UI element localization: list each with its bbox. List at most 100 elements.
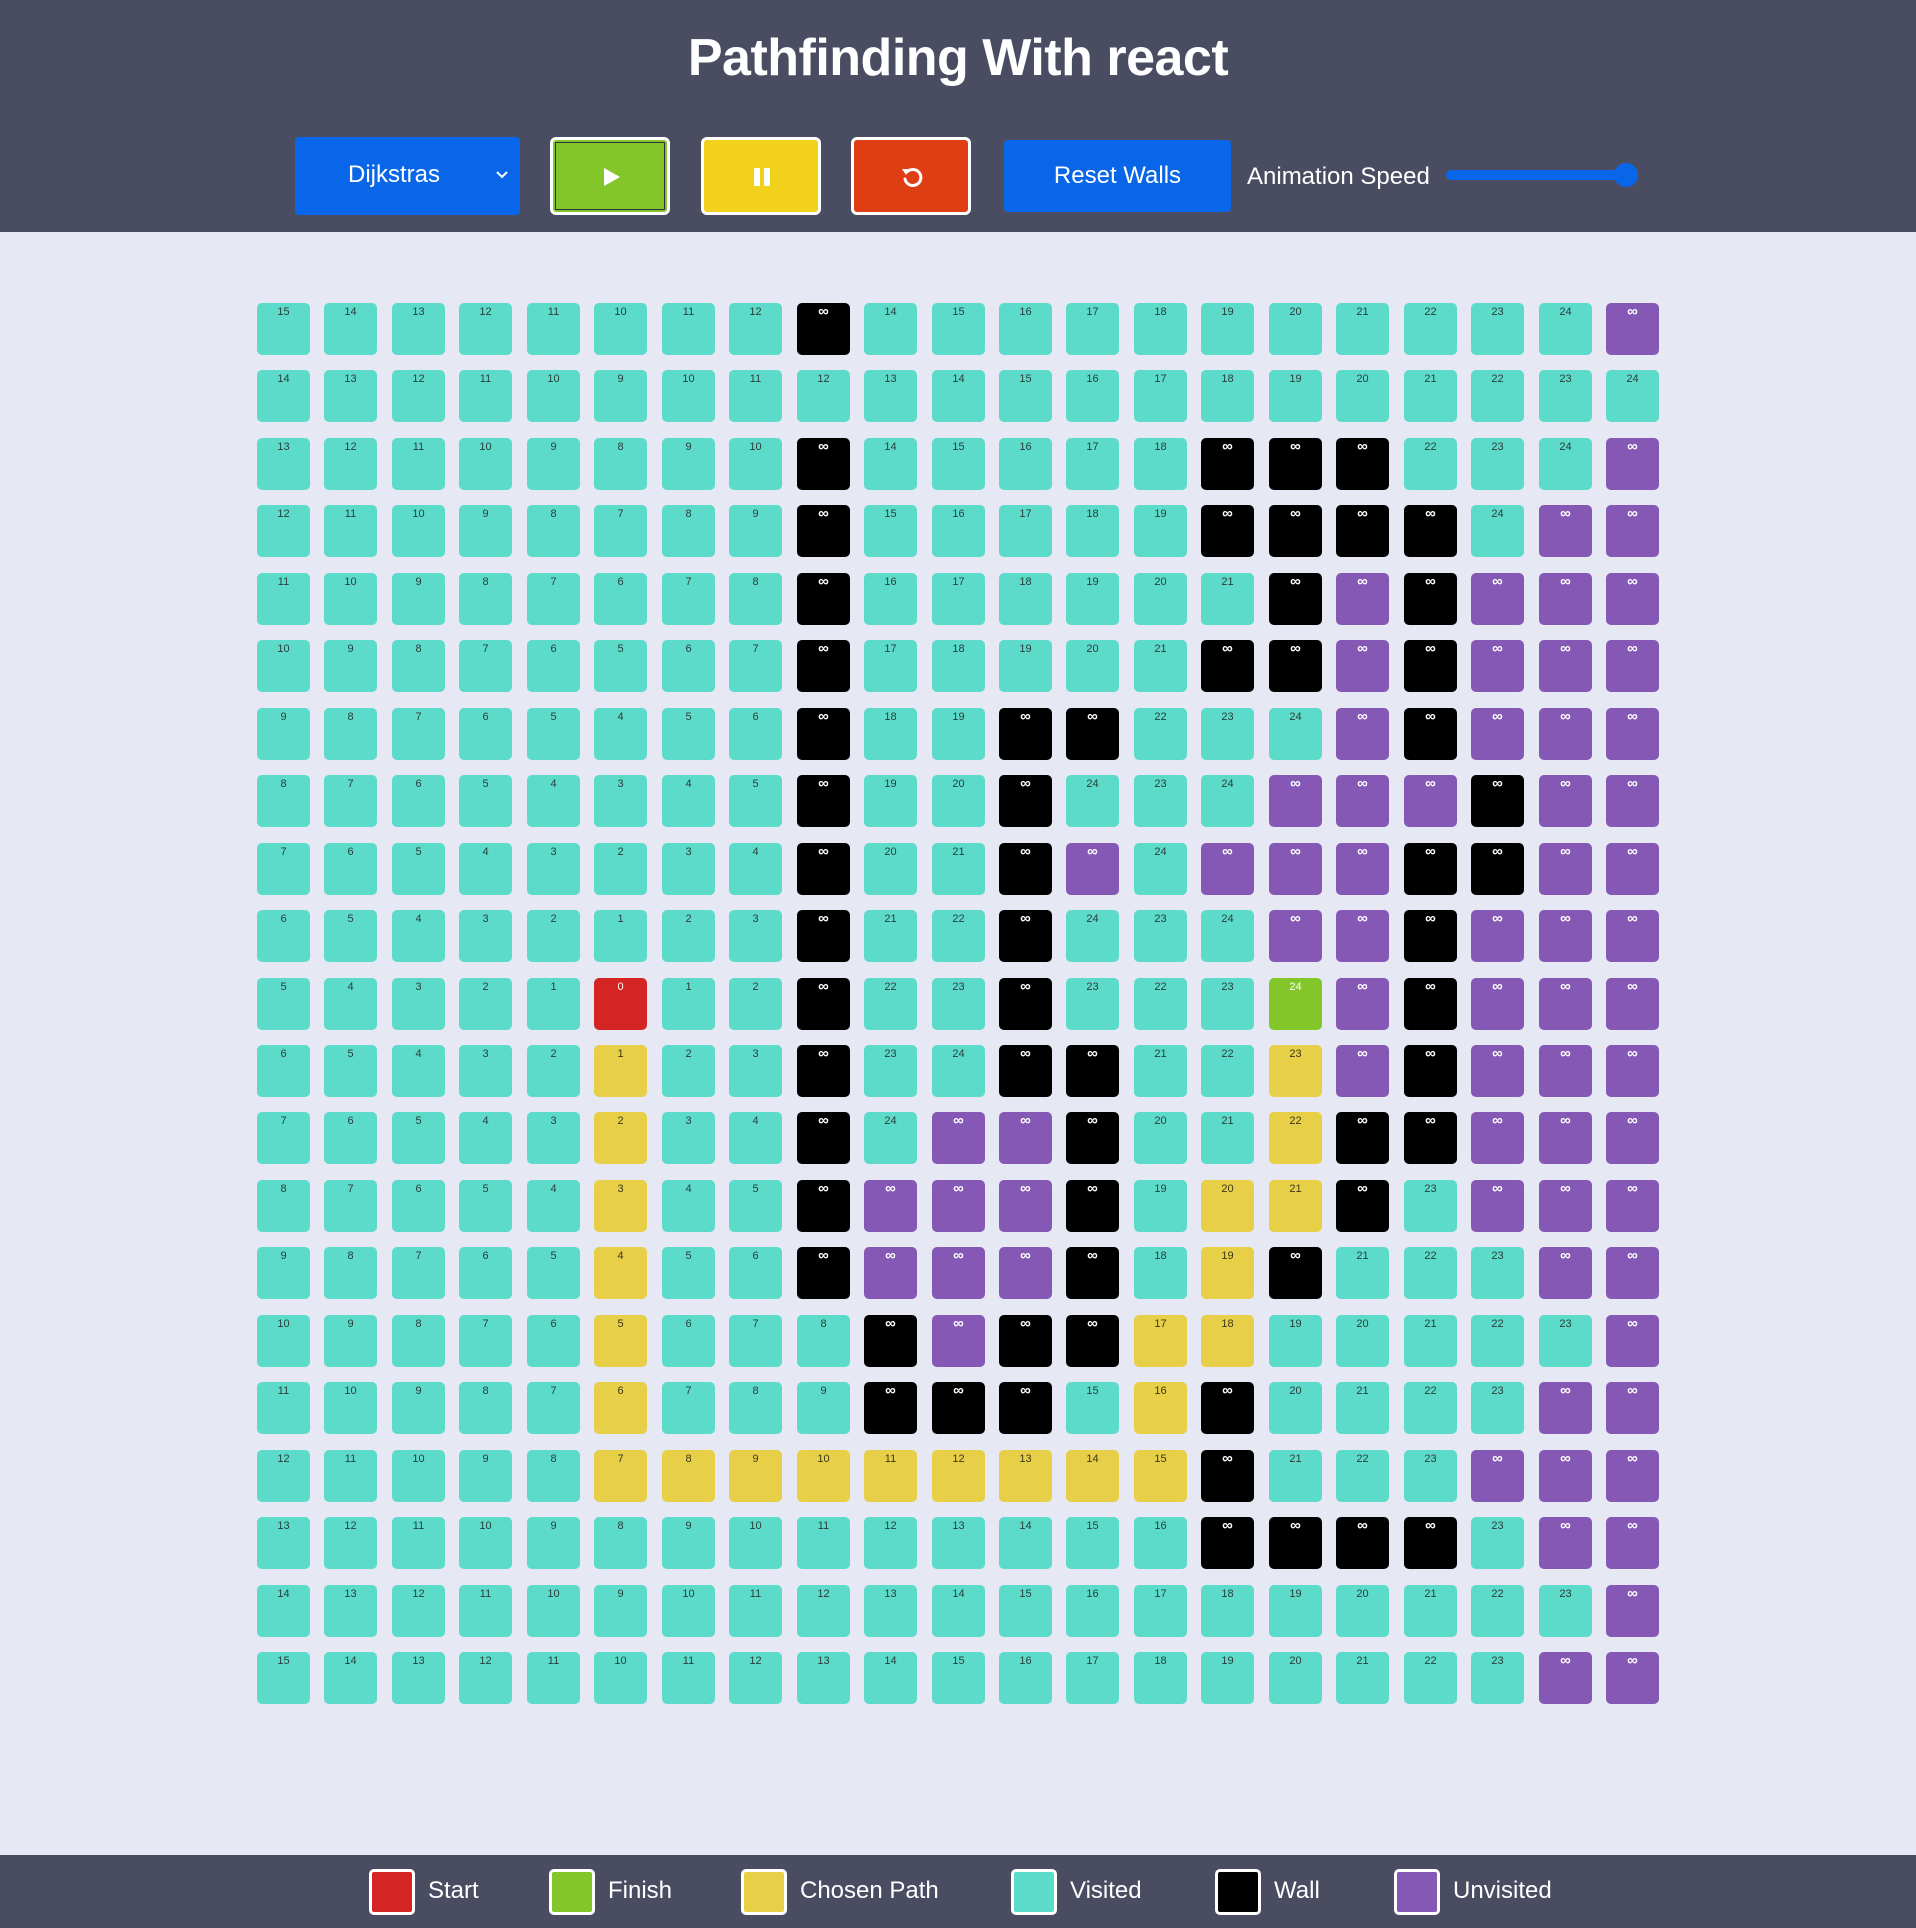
grid-cell-path[interactable]: 6 — [594, 1382, 647, 1434]
grid-cell-visited[interactable]: 10 — [729, 1517, 782, 1569]
grid-cell-wall[interactable]: ∞ — [797, 303, 850, 355]
grid-cell-visited[interactable]: 7 — [459, 640, 512, 692]
grid-cell-visited[interactable]: 15 — [257, 1652, 310, 1704]
grid-cell-visited[interactable]: 23 — [1201, 708, 1254, 760]
grid-cell-visited[interactable]: 10 — [662, 370, 715, 422]
grid-cell-visited[interactable]: 19 — [999, 640, 1052, 692]
grid-cell-visited[interactable]: 23 — [1404, 1450, 1457, 1502]
grid-cell-unvisited[interactable]: ∞ — [932, 1315, 985, 1367]
grid-cell-visited[interactable]: 1 — [527, 978, 580, 1030]
grid-cell-visited[interactable]: 14 — [324, 1652, 377, 1704]
grid-cell-unvisited[interactable]: ∞ — [1336, 708, 1389, 760]
grid-cell-visited[interactable]: 10 — [324, 1382, 377, 1434]
grid-cell-visited[interactable]: 20 — [1269, 1382, 1322, 1434]
grid-cell-wall[interactable]: ∞ — [797, 708, 850, 760]
grid-cell-visited[interactable]: 23 — [932, 978, 985, 1030]
grid-cell-visited[interactable]: 23 — [1201, 978, 1254, 1030]
grid-cell-visited[interactable]: 17 — [999, 505, 1052, 557]
grid-cell-visited[interactable]: 23 — [864, 1045, 917, 1097]
grid-cell-visited[interactable]: 19 — [1269, 370, 1322, 422]
grid-cell-visited[interactable]: 21 — [1336, 1652, 1389, 1704]
grid-cell-unvisited[interactable]: ∞ — [1471, 1450, 1524, 1502]
grid-cell-path[interactable]: 15 — [1134, 1450, 1187, 1502]
grid-cell-visited[interactable]: 8 — [729, 1382, 782, 1434]
grid-cell-unvisited[interactable]: ∞ — [864, 1247, 917, 1299]
grid-cell-visited[interactable]: 9 — [459, 505, 512, 557]
grid-cell-visited[interactable]: 8 — [392, 1315, 445, 1367]
grid-cell-unvisited[interactable]: ∞ — [1539, 1517, 1592, 1569]
grid-cell-unvisited[interactable]: ∞ — [1606, 573, 1659, 625]
grid-cell-wall[interactable]: ∞ — [1336, 505, 1389, 557]
grid-cell-unvisited[interactable]: ∞ — [1336, 1045, 1389, 1097]
grid-cell-path[interactable]: 2 — [594, 1112, 647, 1164]
grid-cell-unvisited[interactable]: ∞ — [1606, 438, 1659, 490]
grid-cell-finish[interactable]: 24 — [1269, 978, 1322, 1030]
grid-cell-unvisited[interactable]: ∞ — [999, 1180, 1052, 1232]
grid-cell-visited[interactable]: 10 — [459, 438, 512, 490]
grid-cell-visited[interactable]: 10 — [594, 303, 647, 355]
grid-cell-path[interactable]: 16 — [1134, 1382, 1187, 1434]
grid-cell-visited[interactable]: 8 — [729, 573, 782, 625]
grid-cell-unvisited[interactable]: ∞ — [1471, 573, 1524, 625]
grid-cell-visited[interactable]: 20 — [1134, 573, 1187, 625]
grid-cell-visited[interactable]: 5 — [594, 640, 647, 692]
grid-cell-visited[interactable]: 23 — [1471, 303, 1524, 355]
grid-cell-visited[interactable]: 22 — [1471, 1315, 1524, 1367]
grid-cell-visited[interactable]: 23 — [1471, 438, 1524, 490]
grid-cell-visited[interactable]: 23 — [1134, 775, 1187, 827]
grid-cell-unvisited[interactable]: ∞ — [1336, 640, 1389, 692]
grid-cell-unvisited[interactable]: ∞ — [1539, 910, 1592, 962]
grid-cell-wall[interactable]: ∞ — [999, 1315, 1052, 1367]
grid-cell-unvisited[interactable]: ∞ — [1336, 910, 1389, 962]
grid-cell-wall[interactable]: ∞ — [1404, 708, 1457, 760]
grid-cell-visited[interactable]: 5 — [527, 708, 580, 760]
grid-cell-wall[interactable]: ∞ — [797, 1045, 850, 1097]
grid-cell-wall[interactable]: ∞ — [1066, 1045, 1119, 1097]
grid-cell-path[interactable]: 9 — [729, 1450, 782, 1502]
grid-cell-visited[interactable]: 4 — [527, 1180, 580, 1232]
grid-cell-visited[interactable]: 4 — [729, 843, 782, 895]
grid-cell-visited[interactable]: 21 — [1404, 370, 1457, 422]
grid-cell-unvisited[interactable]: ∞ — [1269, 910, 1322, 962]
grid-cell-visited[interactable]: 11 — [392, 1517, 445, 1569]
grid-cell-visited[interactable]: 21 — [932, 843, 985, 895]
grid-cell-visited[interactable]: 21 — [1134, 1045, 1187, 1097]
grid-cell-unvisited[interactable]: ∞ — [1404, 775, 1457, 827]
grid-cell-unvisited[interactable]: ∞ — [1606, 303, 1659, 355]
grid-cell-visited[interactable]: 9 — [662, 438, 715, 490]
grid-cell-unvisited[interactable]: ∞ — [1539, 1652, 1592, 1704]
grid-cell-visited[interactable]: 4 — [459, 843, 512, 895]
grid-cell-visited[interactable]: 20 — [932, 775, 985, 827]
grid-cell-unvisited[interactable]: ∞ — [1471, 978, 1524, 1030]
grid-cell-visited[interactable]: 21 — [1404, 1315, 1457, 1367]
grid-cell-visited[interactable]: 21 — [1336, 1382, 1389, 1434]
grid-cell-visited[interactable]: 10 — [662, 1585, 715, 1637]
grid-cell-wall[interactable]: ∞ — [1404, 573, 1457, 625]
grid-cell-wall[interactable]: ∞ — [797, 1247, 850, 1299]
grid-cell-visited[interactable]: 4 — [392, 1045, 445, 1097]
grid-cell-unvisited[interactable]: ∞ — [932, 1180, 985, 1232]
grid-cell-path[interactable]: 22 — [1269, 1112, 1322, 1164]
grid-cell-unvisited[interactable]: ∞ — [1539, 1112, 1592, 1164]
grid-cell-wall[interactable]: ∞ — [797, 640, 850, 692]
grid-cell-visited[interactable]: 15 — [257, 303, 310, 355]
grid-cell-visited[interactable]: 18 — [1066, 505, 1119, 557]
grid-cell-visited[interactable]: 19 — [1201, 303, 1254, 355]
grid-cell-wall[interactable]: ∞ — [999, 775, 1052, 827]
grid-cell-wall[interactable]: ∞ — [1269, 1517, 1322, 1569]
grid-cell-unvisited[interactable]: ∞ — [1539, 1180, 1592, 1232]
grid-cell-visited[interactable]: 6 — [662, 640, 715, 692]
grid-cell-visited[interactable]: 7 — [257, 1112, 310, 1164]
grid-cell-unvisited[interactable]: ∞ — [1539, 640, 1592, 692]
grid-cell-visited[interactable]: 5 — [459, 1180, 512, 1232]
grid-cell-visited[interactable]: 2 — [459, 978, 512, 1030]
grid-cell-visited[interactable]: 3 — [392, 978, 445, 1030]
grid-cell-visited[interactable]: 19 — [1201, 1652, 1254, 1704]
grid-cell-visited[interactable]: 24 — [864, 1112, 917, 1164]
grid-cell-wall[interactable]: ∞ — [1066, 708, 1119, 760]
grid-cell-visited[interactable]: 22 — [1404, 303, 1457, 355]
grid-cell-visited[interactable]: 22 — [1336, 1450, 1389, 1502]
grid-cell-visited[interactable]: 16 — [999, 1652, 1052, 1704]
grid-cell-wall[interactable]: ∞ — [1066, 1180, 1119, 1232]
grid-cell-visited[interactable]: 6 — [257, 1045, 310, 1097]
